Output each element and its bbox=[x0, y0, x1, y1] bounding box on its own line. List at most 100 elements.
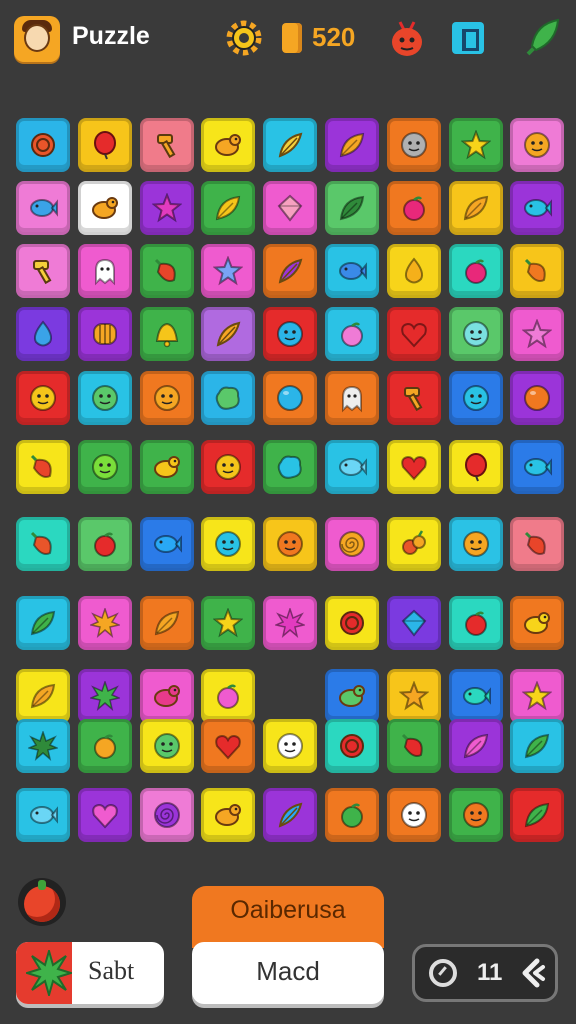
board-tile[interactable] bbox=[386, 181, 441, 235]
gear-icon[interactable] bbox=[224, 18, 264, 58]
board-tile[interactable] bbox=[77, 307, 132, 361]
board-tile[interactable] bbox=[448, 788, 503, 842]
board-tile[interactable] bbox=[510, 244, 565, 298]
board-tile[interactable] bbox=[16, 244, 70, 298]
board-tile[interactable] bbox=[201, 181, 256, 235]
board-tile[interactable] bbox=[16, 669, 70, 723]
board-tile[interactable] bbox=[386, 307, 441, 361]
board-tile[interactable] bbox=[448, 669, 503, 723]
board-tile[interactable] bbox=[325, 440, 379, 494]
board-tile[interactable] bbox=[201, 118, 256, 172]
board-tile[interactable] bbox=[139, 596, 194, 650]
board-tile[interactable] bbox=[16, 788, 70, 842]
board-tile[interactable] bbox=[510, 788, 565, 842]
start-button[interactable]: Sabt bbox=[16, 942, 164, 1004]
board-tile[interactable] bbox=[77, 788, 132, 842]
board-tile[interactable] bbox=[139, 181, 194, 235]
board-tile[interactable] bbox=[263, 307, 318, 361]
board-tile[interactable] bbox=[77, 181, 132, 235]
board-tile[interactable] bbox=[325, 244, 379, 298]
board-tile[interactable] bbox=[16, 307, 70, 361]
board-tile[interactable] bbox=[386, 517, 441, 571]
board-tile[interactable] bbox=[139, 719, 194, 773]
board-tile[interactable] bbox=[510, 371, 565, 425]
board-tile[interactable] bbox=[325, 118, 379, 172]
board-tile[interactable] bbox=[448, 244, 503, 298]
board-tile[interactable] bbox=[201, 517, 256, 571]
board-tile[interactable] bbox=[139, 307, 194, 361]
board-tile[interactable] bbox=[139, 517, 194, 571]
board-tile[interactable] bbox=[201, 788, 256, 842]
board-tile[interactable] bbox=[77, 517, 132, 571]
board-tile[interactable] bbox=[263, 517, 318, 571]
board-tile[interactable] bbox=[201, 596, 256, 650]
board-tile[interactable] bbox=[16, 440, 70, 494]
board-tile[interactable] bbox=[263, 181, 318, 235]
board-tile[interactable] bbox=[263, 244, 318, 298]
board-tile[interactable] bbox=[263, 371, 318, 425]
board-tile[interactable] bbox=[201, 244, 256, 298]
board-tile[interactable] bbox=[201, 440, 256, 494]
board-tile[interactable] bbox=[448, 596, 503, 650]
board-tile[interactable] bbox=[448, 719, 503, 773]
board-tile[interactable] bbox=[77, 371, 132, 425]
board-tile[interactable] bbox=[139, 669, 194, 723]
board-tile[interactable] bbox=[510, 307, 565, 361]
board-tile[interactable] bbox=[77, 719, 132, 773]
board-tile[interactable] bbox=[16, 118, 70, 172]
board-tile[interactable] bbox=[263, 118, 318, 172]
board-tile[interactable] bbox=[77, 118, 132, 172]
board-tile[interactable] bbox=[263, 596, 318, 650]
mode-button[interactable]: Macd bbox=[192, 942, 384, 1004]
board-tile[interactable] bbox=[77, 596, 132, 650]
board-tile[interactable] bbox=[510, 669, 565, 723]
board-tile[interactable] bbox=[201, 669, 256, 723]
board-tile[interactable] bbox=[77, 669, 132, 723]
board-tile[interactable] bbox=[448, 371, 503, 425]
timer-icon[interactable] bbox=[429, 959, 457, 987]
board-tile[interactable] bbox=[263, 719, 318, 773]
board-tile[interactable] bbox=[139, 371, 194, 425]
board-tile[interactable] bbox=[325, 669, 379, 723]
board-tile[interactable] bbox=[386, 788, 441, 842]
board-tile[interactable] bbox=[139, 118, 194, 172]
board-tile[interactable] bbox=[325, 517, 379, 571]
board-tile[interactable] bbox=[325, 307, 379, 361]
board-tile[interactable] bbox=[448, 440, 503, 494]
board-tile[interactable] bbox=[386, 118, 441, 172]
board-tile[interactable] bbox=[510, 181, 565, 235]
leaf-icon[interactable] bbox=[522, 16, 562, 60]
board-tile[interactable] bbox=[386, 244, 441, 298]
bomb-icon[interactable] bbox=[18, 878, 66, 926]
board-tile[interactable] bbox=[510, 517, 565, 571]
board-tile[interactable] bbox=[16, 371, 70, 425]
board-tile[interactable] bbox=[386, 669, 441, 723]
board-tile[interactable] bbox=[16, 181, 70, 235]
board-tile[interactable] bbox=[386, 371, 441, 425]
board-tile[interactable] bbox=[386, 719, 441, 773]
board-tile[interactable] bbox=[510, 440, 565, 494]
board-tile[interactable] bbox=[201, 307, 256, 361]
board-tile[interactable] bbox=[325, 719, 379, 773]
bug-icon[interactable] bbox=[388, 18, 426, 58]
board-tile[interactable] bbox=[510, 596, 565, 650]
board-tile[interactable] bbox=[16, 517, 70, 571]
board-tile[interactable] bbox=[325, 371, 379, 425]
board-tile[interactable] bbox=[77, 440, 132, 494]
board-tile[interactable] bbox=[325, 596, 379, 650]
box-icon[interactable] bbox=[452, 22, 484, 54]
board-tile[interactable] bbox=[16, 719, 70, 773]
board-tile[interactable] bbox=[201, 371, 256, 425]
board-tile[interactable] bbox=[139, 244, 194, 298]
board-tile[interactable] bbox=[510, 118, 565, 172]
control-button[interactable]: 11 bbox=[412, 944, 558, 1002]
board-tile[interactable] bbox=[386, 596, 441, 650]
board-tile[interactable] bbox=[325, 181, 379, 235]
board-tile[interactable] bbox=[386, 440, 441, 494]
board-tile[interactable] bbox=[448, 517, 503, 571]
board-tile[interactable] bbox=[263, 788, 318, 842]
board-tile[interactable] bbox=[325, 788, 379, 842]
board-tile[interactable] bbox=[263, 440, 318, 494]
back-icon[interactable] bbox=[519, 957, 547, 989]
avatar-icon[interactable] bbox=[14, 16, 60, 62]
